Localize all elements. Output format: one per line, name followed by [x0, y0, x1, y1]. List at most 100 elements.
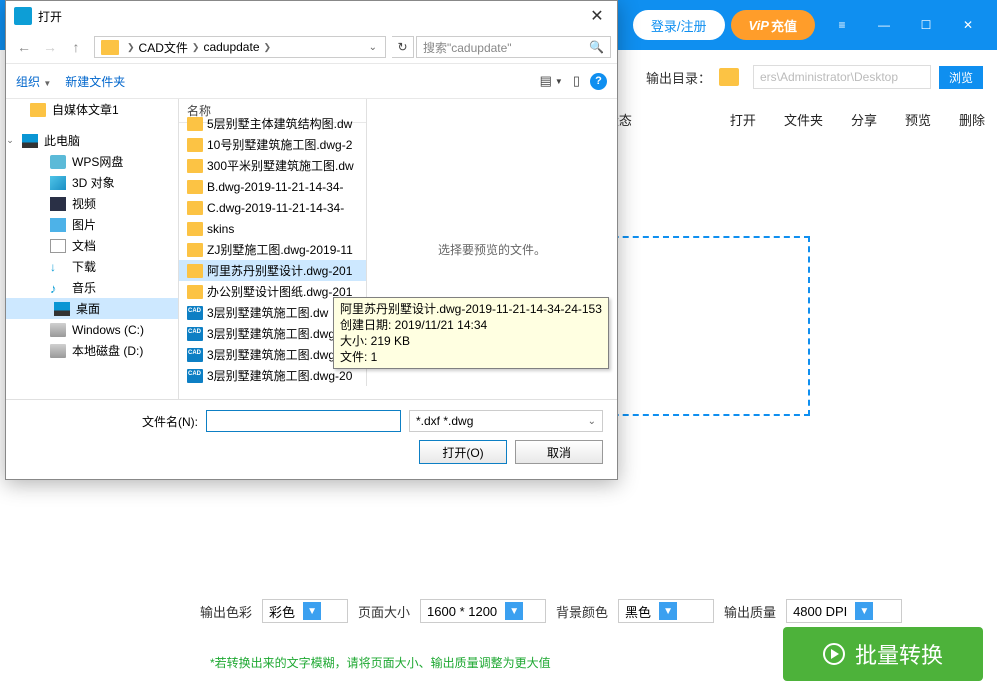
chevron-down-icon: ▼: [303, 602, 321, 620]
file-tooltip: 阿里苏丹别墅设计.dwg-2019-11-21-14-34-24-153 创建日…: [333, 297, 609, 369]
bg-label: 背景颜色: [556, 602, 608, 621]
folder-icon: [187, 138, 203, 152]
sidebar-item[interactable]: ⌄此电脑: [6, 130, 178, 151]
output-settings-bar: 输出色彩 彩色▼ 页面大小 1600 * 1200▼ 背景颜色 黑色▼ 输出质量…: [200, 591, 983, 631]
wps-icon: [50, 155, 66, 169]
sidebar-item[interactable]: 下载: [6, 256, 178, 277]
cube-icon: [50, 176, 66, 190]
chevron-right-icon: ❯: [260, 42, 276, 53]
chevron-down-icon: ⌄: [588, 416, 596, 427]
file-name: 3层别墅建筑施工图.dwg-20: [207, 367, 352, 384]
sidebar-item[interactable]: Windows (C:): [6, 319, 178, 340]
back-button[interactable]: ←: [12, 35, 36, 59]
chevron-down-icon: ▼: [505, 602, 523, 620]
sidebar-item-label: 视频: [72, 195, 96, 212]
minimize-icon[interactable]: —: [863, 10, 905, 40]
doc-icon: [50, 239, 66, 253]
convert-button[interactable]: 批量转换: [783, 627, 983, 681]
newfolder-button[interactable]: 新建文件夹: [65, 73, 125, 90]
sidebar-item-label: 文档: [72, 237, 96, 254]
file-name: 5层别墅主体建筑结构图.dw: [207, 115, 352, 132]
breadcrumb-seg[interactable]: CAD文件: [139, 39, 188, 56]
file-name: 3层别墅建筑施工图.dw: [207, 304, 328, 321]
hdr-delete: 删除: [959, 110, 985, 129]
open-button[interactable]: 打开(O): [419, 440, 507, 464]
sidebar-item[interactable]: 音乐: [6, 277, 178, 298]
help-button[interactable]: ?: [590, 73, 607, 90]
sidebar-item[interactable]: 文档: [6, 235, 178, 256]
quality-select[interactable]: 4800 DPI▼: [786, 599, 902, 623]
sidebar-item-label: 图片: [72, 216, 96, 233]
hdr-preview: 预览: [905, 110, 931, 129]
file-row[interactable]: 阿里苏丹别墅设计.dwg-201: [179, 260, 366, 281]
menu-icon[interactable]: ≡: [821, 10, 863, 40]
dialog-toolbar: 组织 ▼ 新建文件夹 ▤▼ ▯ ?: [6, 63, 617, 99]
sidebar-item[interactable]: 桌面: [6, 298, 178, 319]
cad-icon: [187, 369, 203, 383]
hdr-folder: 文件夹: [784, 110, 823, 129]
file-row[interactable]: ZJ别墅施工图.dwg-2019-11: [179, 239, 366, 260]
file-name: B.dwg-2019-11-21-14-34-: [207, 180, 344, 194]
sidebar-item-label: 桌面: [76, 300, 100, 317]
sidebar-item[interactable]: WPS网盘: [6, 151, 178, 172]
file-name: skins: [207, 222, 234, 236]
sidebar-item-label: 下载: [72, 258, 96, 275]
maximize-icon[interactable]: ☐: [905, 10, 947, 40]
color-label: 输出色彩: [200, 602, 252, 621]
search-placeholder: 搜索"cadupdate": [423, 39, 512, 56]
preview-pane-button[interactable]: ▯: [573, 73, 580, 89]
sidebar-item-label: 3D 对象: [72, 174, 115, 191]
file-row[interactable]: skins: [179, 218, 366, 239]
file-name: 阿里苏丹别墅设计.dwg-201: [207, 262, 352, 279]
sidebar-item-label: 音乐: [72, 279, 96, 296]
organize-button[interactable]: 组织 ▼: [16, 73, 51, 90]
hdr-open: 打开: [730, 110, 756, 129]
login-button[interactable]: 登录/注册: [633, 10, 725, 40]
folder-icon: [187, 222, 203, 236]
search-icon: 🔍: [589, 40, 604, 54]
tooltip-line: 文件: 1: [340, 349, 602, 365]
breadcrumb[interactable]: ❯ CAD文件 ❯ cadupdate ❯ ⌄: [94, 36, 386, 58]
window-controls: ≡ — ☐ ✕: [821, 10, 989, 40]
sidebar-item[interactable]: 图片: [6, 214, 178, 235]
cancel-button[interactable]: 取消: [515, 440, 603, 464]
dialog-titlebar: 打开 ✕: [6, 1, 617, 31]
sidebar-item[interactable]: 本地磁盘 (D:): [6, 340, 178, 361]
breadcrumb-seg[interactable]: cadupdate: [203, 40, 259, 54]
tooltip-line: 创建日期: 2019/11/21 14:34: [340, 317, 602, 333]
file-row[interactable]: 300平米别墅建筑施工图.dw: [179, 155, 366, 176]
close-icon[interactable]: ✕: [947, 10, 989, 40]
browse-button[interactable]: 浏览: [939, 66, 983, 89]
file-name: C.dwg-2019-11-21-14-34-: [207, 201, 344, 215]
filetype-select[interactable]: *.dxf *.dwg⌄: [409, 410, 603, 432]
pc-icon: [22, 134, 38, 148]
file-row[interactable]: C.dwg-2019-11-21-14-34-: [179, 197, 366, 218]
file-row[interactable]: 5层别墅主体建筑结构图.dw: [179, 113, 366, 134]
folder-icon: [719, 68, 739, 86]
pic-icon: [50, 218, 66, 232]
vip-button[interactable]: ViP充值: [731, 10, 816, 40]
sidebar-item[interactable]: 3D 对象: [6, 172, 178, 193]
sidebar-item[interactable]: 视频: [6, 193, 178, 214]
output-path-field[interactable]: ers\Administrator\Desktop: [753, 65, 931, 89]
file-row[interactable]: 10号别墅建筑施工图.dwg-2: [179, 134, 366, 155]
chevron-right-icon: ❯: [123, 42, 139, 53]
outputdir-label: 输出目录：: [646, 68, 711, 87]
sidebar-item[interactable]: 自媒体文章1: [6, 99, 178, 120]
search-input[interactable]: 搜索"cadupdate" 🔍: [416, 36, 611, 58]
size-select[interactable]: 1600 * 1200▼: [420, 599, 546, 623]
refresh-button[interactable]: ↻: [392, 36, 414, 58]
forward-button[interactable]: →: [38, 35, 62, 59]
filename-input[interactable]: [206, 410, 401, 432]
chevron-down-icon[interactable]: ⌄: [363, 42, 383, 53]
drive-icon: [50, 323, 66, 337]
folder-icon: [187, 201, 203, 215]
file-row[interactable]: B.dwg-2019-11-21-14-34-: [179, 176, 366, 197]
color-select[interactable]: 彩色▼: [262, 599, 348, 623]
file-name: ZJ别墅施工图.dwg-2019-11: [207, 241, 353, 258]
view-button[interactable]: ▤▼: [540, 73, 563, 89]
bg-select[interactable]: 黑色▼: [618, 599, 714, 623]
folder-icon: [187, 243, 203, 257]
up-button[interactable]: ↑: [64, 35, 88, 59]
dialog-close-button[interactable]: ✕: [585, 6, 609, 26]
